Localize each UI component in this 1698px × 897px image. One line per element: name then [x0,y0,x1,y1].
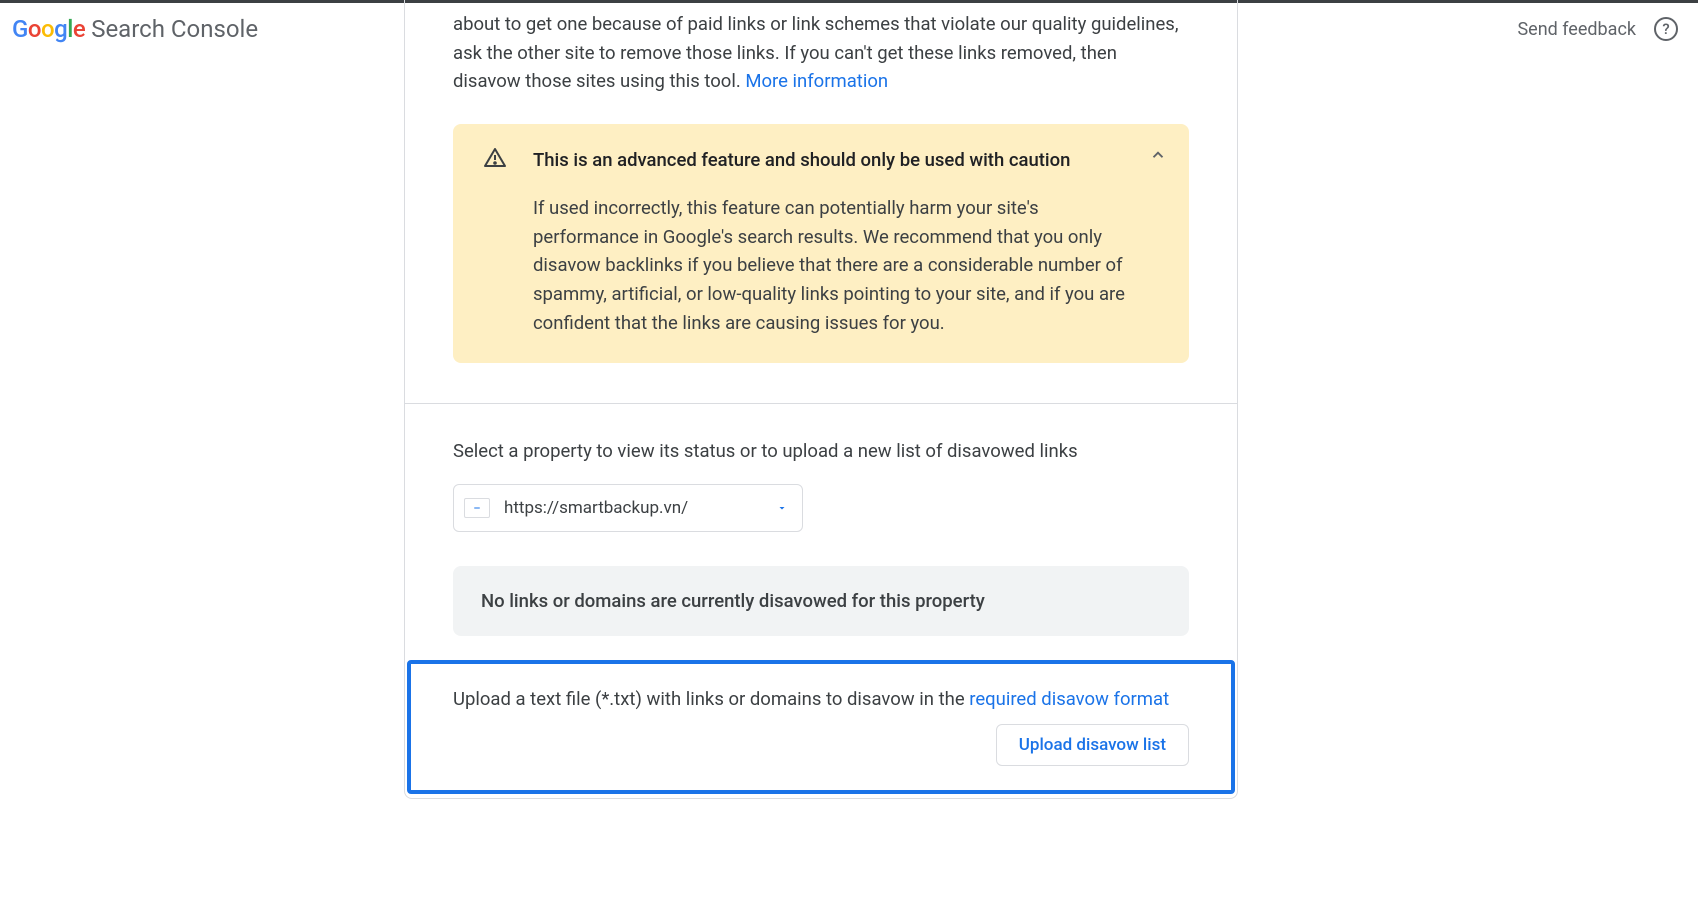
help-icon[interactable]: ? [1654,17,1678,41]
warning-triangle-icon [483,146,507,174]
product-name: Search Console [91,15,258,43]
header-actions: Send feedback ? [1517,17,1678,41]
upload-instructions-text: Upload a text file (*.txt) with links or… [453,688,969,710]
upload-button-row: Upload disavow list [453,724,1189,766]
warning-panel: This is an advanced feature and should o… [453,124,1189,363]
upload-disavow-list-button[interactable]: Upload disavow list [996,724,1189,766]
send-feedback-link[interactable]: Send feedback [1517,19,1636,40]
warning-title: This is an advanced feature and should o… [533,149,1070,171]
property-section: Select a property to view its status or … [405,404,1237,566]
intro-paragraph: about to get one because of paid links o… [405,0,1237,96]
more-information-link[interactable]: More information [745,70,888,92]
status-message: No links or domains are currently disavo… [481,590,1161,612]
logo[interactable]: Google Search Console [12,15,258,43]
required-format-link[interactable]: required disavow format [969,688,1169,710]
property-dropdown[interactable]: ⎯ https://smartbackup.vn/ [453,484,803,532]
dropdown-arrow-icon [776,499,788,518]
upload-instructions: Upload a text file (*.txt) with links or… [453,688,1189,710]
upload-section: Upload a text file (*.txt) with links or… [407,660,1235,794]
property-select-label: Select a property to view its status or … [453,440,1189,462]
site-favicon-icon: ⎯ [464,498,490,518]
disavow-status-panel: No links or domains are currently disavo… [453,566,1189,636]
property-selected-value: https://smartbackup.vn/ [504,498,762,518]
warning-header: This is an advanced feature and should o… [483,146,1135,174]
chevron-up-icon[interactable] [1149,146,1167,168]
main-card: about to get one because of paid links o… [404,0,1238,799]
warning-body: If used incorrectly, this feature can po… [533,194,1135,337]
google-logo-text: Google [12,15,85,43]
